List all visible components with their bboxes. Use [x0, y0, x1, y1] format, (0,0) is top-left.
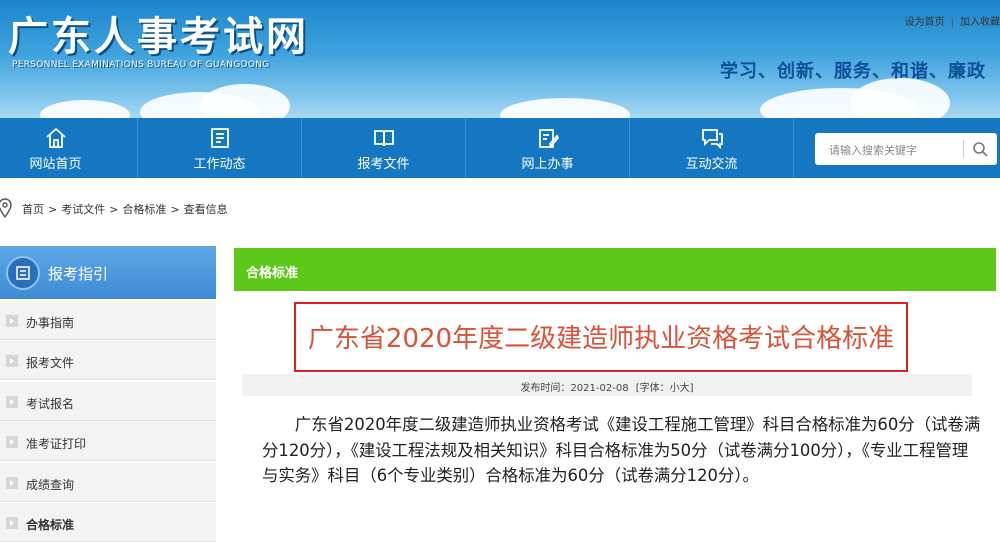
sidebar-header: 报考指引	[0, 246, 216, 299]
nav-item-documents[interactable]: 报考文件	[302, 118, 466, 178]
breadcrumb-current: 查看信息	[183, 203, 228, 216]
nav-label: 网站首页	[29, 157, 82, 172]
search-icon[interactable]	[972, 141, 988, 157]
article-meta: 发布时间：2021-02-08 [字体：小大]	[242, 374, 972, 396]
cloud-decoration	[200, 84, 290, 118]
main-nav: 网站首页 工作动态 报考文件 网上办事 互动交流 请输入搜索关键字	[0, 118, 1000, 178]
sidebar-item-label: 报考文件	[26, 356, 75, 370]
add-favorite-link[interactable]: 加入收藏	[960, 13, 1000, 28]
site-title: 广东人事考试网	[8, 13, 309, 60]
sidebar: 报考指引 办事指南 报考文件 考试报名 准考证打印 成绩查询 合格标准	[0, 246, 216, 542]
chevron-right-icon	[6, 436, 18, 448]
slogan: 学习、创新、服务、和谐、廉政	[720, 61, 986, 82]
location-pin-icon	[0, 198, 12, 218]
chevron-right-icon	[6, 315, 18, 327]
breadcrumb-separator: >	[170, 203, 180, 216]
publish-label: 发布时间：	[520, 383, 571, 394]
nav-item-online-service[interactable]: 网上办事	[466, 118, 630, 178]
search-divider	[963, 140, 964, 158]
nav-label: 互动交流	[685, 157, 738, 172]
chevron-right-icon	[6, 396, 18, 408]
breadcrumb-home[interactable]: 首页	[22, 203, 44, 216]
sidebar-item-pass-standard[interactable]: 合格标准	[0, 503, 216, 542]
sidebar-item-label: 成绩查询	[26, 478, 75, 492]
nav-item-interaction[interactable]: 互动交流	[630, 118, 794, 178]
chevron-right-icon	[6, 477, 18, 489]
edit-form-icon	[538, 129, 559, 148]
sidebar-item-admission-ticket[interactable]: 准考证打印	[0, 422, 216, 461]
sidebar-item-label: 合格标准	[26, 518, 75, 532]
nav-label: 工作动态	[193, 157, 246, 172]
font-size-control[interactable]: [字体：小大]	[636, 383, 694, 394]
sidebar-item-label: 办事指南	[26, 316, 75, 330]
link-separator: |	[950, 17, 954, 28]
site-subtitle: PERSONNEL EXAMINATIONS BUREAU OF GUANGDO…	[12, 60, 270, 70]
nav-item-news[interactable]: 工作动态	[138, 118, 302, 178]
sidebar-item-score-query[interactable]: 成绩查询	[0, 463, 216, 502]
chevron-right-icon	[6, 355, 18, 367]
article-body: 广东省2020年度二级建造师执业资格考试《建设工程施工管理》科目合格标准为60分…	[262, 415, 981, 485]
cloud-decoration	[40, 100, 130, 118]
breadcrumb-separator: >	[109, 203, 119, 216]
book-icon	[373, 130, 394, 147]
breadcrumb-exam-files[interactable]: 考试文件	[61, 203, 105, 216]
guide-icon	[6, 256, 40, 290]
nav-label: 网上办事	[521, 157, 574, 172]
nav-label: 报考文件	[357, 157, 410, 172]
publish-date: 2021-02-08	[570, 383, 629, 394]
article-title-highlight: 广东省2020年度二级建造师执业资格考试合格标准	[294, 302, 908, 372]
search-input[interactable]: 请输入搜索关键字	[829, 142, 917, 158]
search-box[interactable]: 请输入搜索关键字	[815, 133, 997, 165]
sidebar-item-guide[interactable]: 办事指南	[0, 301, 216, 340]
site-banner: 广东人事考试网 PERSONNEL EXAMINATIONS BUREAU OF…	[0, 0, 1000, 118]
chat-icon	[701, 129, 723, 150]
section-header: 合格标准	[234, 248, 996, 291]
top-links: 设为首页 | 加入收藏	[905, 13, 1000, 28]
sidebar-item-documents[interactable]: 报考文件	[0, 341, 216, 380]
article-title: 广东省2020年度二级建造师执业资格考试合格标准	[307, 324, 895, 354]
set-homepage-link[interactable]: 设为首页	[905, 13, 945, 28]
news-icon	[210, 128, 229, 148]
cloud-decoration	[850, 78, 950, 118]
section-title: 合格标准	[246, 266, 299, 281]
breadcrumb-separator: >	[48, 203, 58, 216]
sidebar-item-label: 考试报名	[26, 397, 75, 411]
sidebar-item-label: 准考证打印	[26, 437, 87, 451]
nav-item-home[interactable]: 网站首页	[0, 118, 138, 178]
sidebar-title: 报考指引	[48, 265, 109, 283]
chevron-right-icon	[6, 517, 18, 529]
home-icon	[45, 127, 66, 148]
cloud-decoration	[500, 98, 630, 118]
breadcrumb-pass-standard[interactable]: 合格标准	[122, 203, 166, 216]
sidebar-item-registration[interactable]: 考试报名	[0, 382, 216, 421]
